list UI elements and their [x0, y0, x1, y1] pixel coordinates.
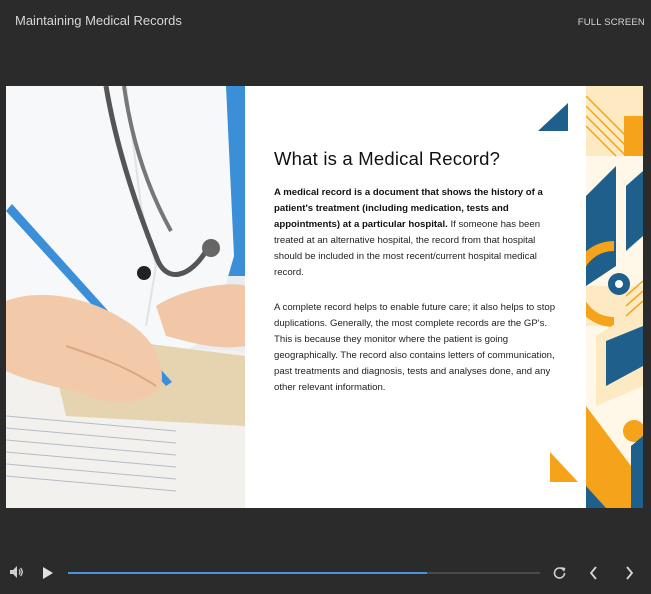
chevron-left-icon[interactable] [589, 566, 598, 580]
slide-content: What is a Medical Record? A medical reco… [274, 86, 574, 508]
paragraph-complete-record: A complete record helps to enable future… [274, 302, 556, 393]
player-controls [0, 556, 651, 590]
slide-heading: What is a Medical Record? [274, 148, 501, 169]
decorative-triangle-orange-icon [550, 452, 578, 482]
full-screen-button[interactable]: FULL SCREEN [578, 17, 645, 28]
top-bar: Maintaining Medical Records FULL SCREEN [0, 0, 651, 44]
progress-fill [68, 572, 427, 574]
progress-bar[interactable] [68, 572, 540, 574]
volume-icon[interactable] [10, 566, 24, 578]
chevron-right-icon[interactable] [625, 566, 634, 580]
decorative-triangle-icon [538, 103, 568, 131]
paragraph-definition: A medical record is a document that show… [274, 185, 566, 281]
course-title: Maintaining Medical Records [15, 13, 182, 28]
slide-panel: What is a Medical Record? A medical reco… [6, 86, 643, 508]
doctor-writing-photo [6, 86, 245, 508]
play-icon[interactable] [43, 567, 53, 579]
replay-icon[interactable] [553, 566, 566, 579]
decorative-geometric-strip [586, 86, 643, 508]
